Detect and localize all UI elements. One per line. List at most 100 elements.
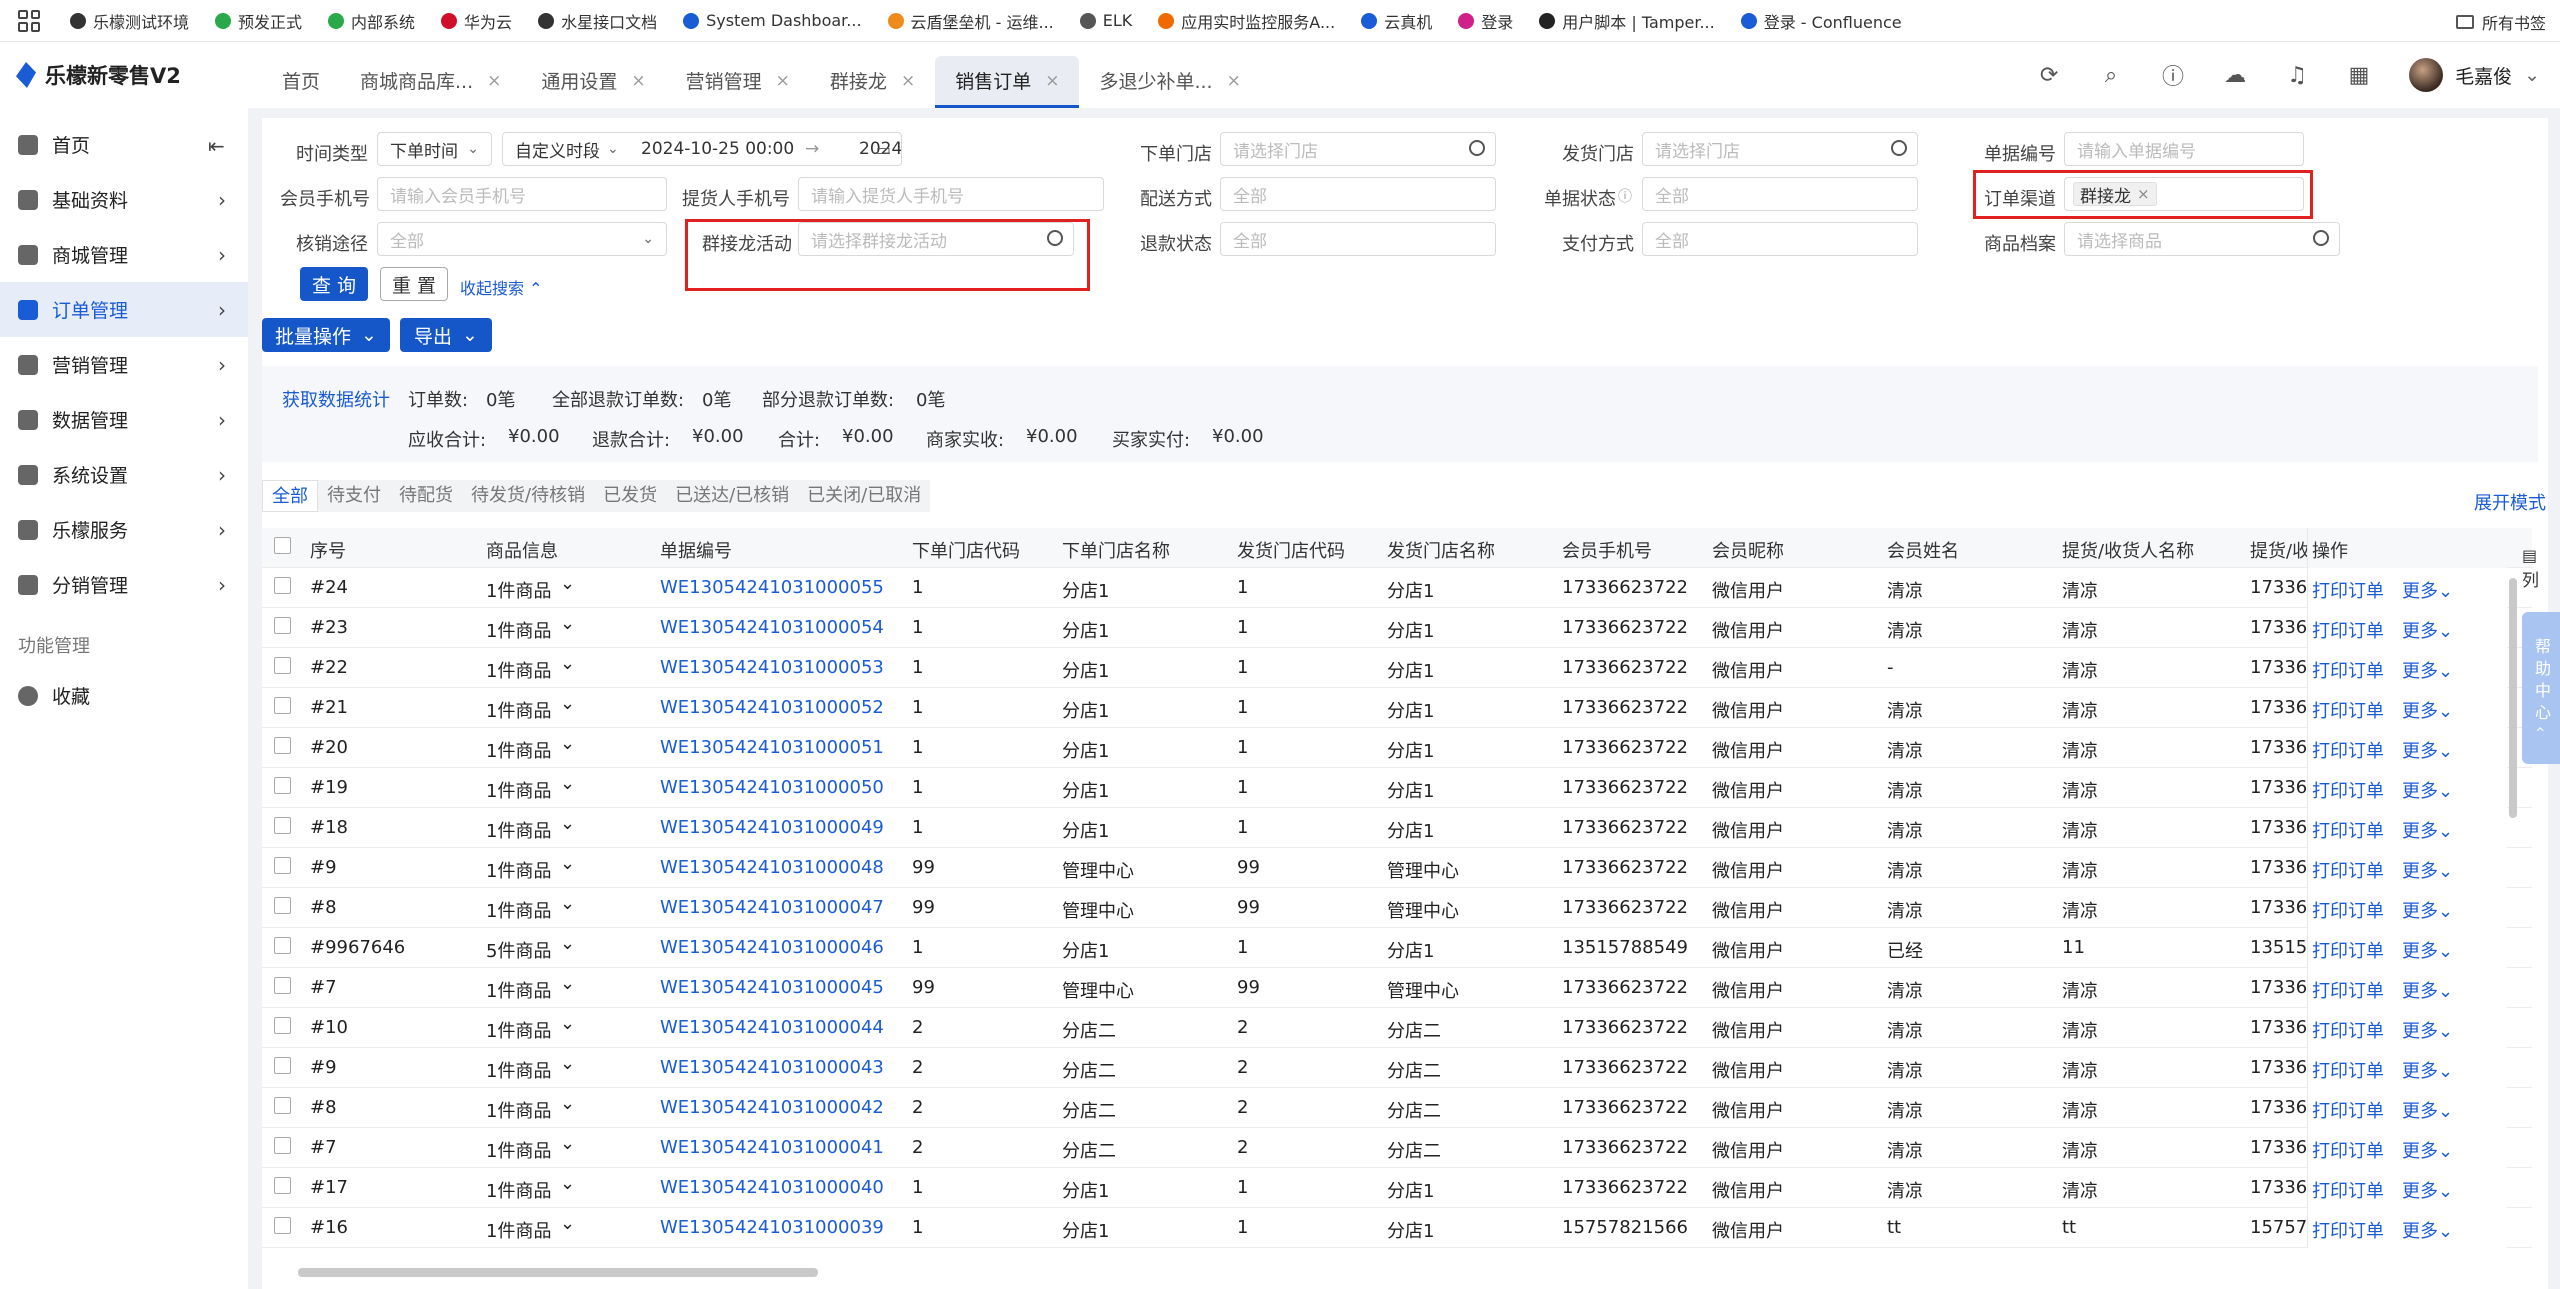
row-checkbox[interactable] — [274, 1057, 291, 1074]
more-actions-link[interactable]: 更多⌄ — [2402, 737, 2453, 763]
more-actions-link[interactable]: 更多⌄ — [2402, 1057, 2453, 1083]
column-header[interactable]: 提货/收货人名称 — [2062, 537, 2194, 563]
pay-select[interactable]: 全部 — [1642, 222, 1918, 256]
chevron-down-icon[interactable]: ⌄ — [560, 853, 575, 874]
chevron-down-icon[interactable]: ⌄ — [560, 813, 575, 834]
status-tab-4[interactable]: 已发货 — [594, 480, 666, 512]
row-checkbox[interactable] — [274, 817, 291, 834]
member-phone-input[interactable]: 请输入会员手机号 — [377, 177, 667, 211]
app-grid-icon[interactable]: ▦ — [2347, 63, 2371, 88]
row-checkbox[interactable] — [274, 537, 291, 554]
column-header[interactable]: 单据编号 — [660, 537, 732, 563]
bookmark-item[interactable]: 用户脚本 | Tamper... — [1539, 9, 1715, 33]
chevron-down-icon[interactable]: ⌄ — [560, 613, 575, 634]
horizontal-scrollbar[interactable] — [298, 1268, 818, 1277]
order-number-link[interactable]: WE13054241031000051 — [660, 737, 884, 758]
order-number-link[interactable]: WE13054241031000055 — [660, 577, 884, 598]
bookmark-item[interactable]: 水星接口文档 — [538, 9, 657, 33]
tab-0[interactable]: 首页 — [262, 56, 340, 108]
chevron-down-icon[interactable]: ⌄ — [560, 1053, 575, 1074]
column-settings-icon[interactable]: ▤ — [2522, 546, 2537, 565]
column-header[interactable]: 提货/收 — [2250, 537, 2308, 563]
column-header[interactable]: 会员昵称 — [1712, 537, 1784, 563]
print-order-link[interactable]: 打印订单 — [2312, 657, 2384, 683]
table-row[interactable]: #9967646 5件商品 ⌄ WE13054241031000046 1 分店1 1 分店1… — [262, 928, 2532, 968]
app-logo[interactable]: 乐檬新零售V2 — [0, 60, 262, 90]
chevron-down-icon[interactable]: ⌄ — [560, 1133, 575, 1154]
row-checkbox[interactable] — [274, 937, 291, 954]
status-tab-0[interactable]: 全部 — [262, 480, 318, 512]
product-input[interactable]: 请选择商品 — [2064, 222, 2340, 256]
column-header[interactable]: 下单门店代码 — [912, 537, 1020, 563]
sidebar-item-8[interactable]: 分销管理 › — [0, 557, 248, 612]
vertical-scrollbar[interactable] — [2509, 578, 2517, 818]
print-order-link[interactable]: 打印订单 — [2312, 1097, 2384, 1123]
tab-5[interactable]: 销售订单 × — [935, 56, 1080, 108]
row-checkbox[interactable] — [274, 1177, 291, 1194]
table-row[interactable]: #22 1件商品 ⌄ WE13054241031000053 1 分店1 1 分店1 17336… — [262, 648, 2532, 688]
order-number-link[interactable]: WE13054241031000043 — [660, 1057, 884, 1078]
order-number-link[interactable]: WE13054241031000052 — [660, 697, 884, 718]
bookmark-item[interactable]: 登录 - Confluence — [1740, 9, 1902, 33]
verify-select[interactable]: 全部 ⌄ — [377, 222, 667, 256]
column-header[interactable]: 会员手机号 — [1562, 537, 1652, 563]
sidebar-item-7[interactable]: 乐檬服务 › — [0, 502, 248, 557]
more-actions-link[interactable]: 更多⌄ — [2402, 977, 2453, 1003]
chevron-down-icon[interactable]: ⌄ — [560, 1173, 575, 1194]
row-checkbox[interactable] — [274, 737, 291, 754]
more-actions-link[interactable]: 更多⌄ — [2402, 1137, 2453, 1163]
bookmark-item[interactable]: 云真机 — [1361, 9, 1432, 33]
close-icon[interactable]: × — [776, 71, 790, 91]
chevron-down-icon[interactable]: ⌄ — [560, 893, 575, 914]
more-actions-link[interactable]: 更多⌄ — [2402, 817, 2453, 843]
row-checkbox[interactable] — [274, 977, 291, 994]
all-bookmarks[interactable]: 所有书签 — [2455, 10, 2546, 34]
print-order-link[interactable]: 打印订单 — [2312, 777, 2384, 803]
expand-mode-link[interactable]: 展开模式 — [2474, 489, 2546, 515]
sidebar-item-5[interactable]: 数据管理 › — [0, 392, 248, 447]
bookmark-item[interactable]: 云盾堡垒机 - 运维... — [887, 9, 1054, 33]
print-order-link[interactable]: 打印订单 — [2312, 1017, 2384, 1043]
order-number-link[interactable]: WE13054241031000041 — [660, 1137, 884, 1158]
print-order-link[interactable]: 打印订单 — [2312, 857, 2384, 883]
sidebar-item-favorites[interactable]: 收藏 — [0, 668, 248, 723]
bookmark-item[interactable]: System Dashboar... — [683, 11, 862, 30]
channel-select[interactable]: 群接龙 × — [2064, 177, 2304, 211]
bookmark-item[interactable]: 华为云 — [441, 9, 512, 33]
close-icon[interactable]: × — [901, 71, 915, 91]
ship-store-input[interactable]: 请选择门店 — [1642, 132, 1918, 166]
order-number-link[interactable]: WE13054241031000039 — [660, 1217, 884, 1238]
table-row[interactable]: #7 1件商品 ⌄ WE13054241031000041 2 分店二 2 分店二 173366… — [262, 1128, 2532, 1168]
sidebar-item-1[interactable]: 基础资料 › — [0, 172, 248, 227]
close-icon[interactable]: × — [631, 71, 645, 91]
print-order-link[interactable]: 打印订单 — [2312, 1137, 2384, 1163]
bookmark-item[interactable]: 登录 — [1458, 9, 1513, 33]
order-store-input[interactable]: 请选择门店 — [1220, 132, 1496, 166]
order-number-link[interactable]: WE13054241031000053 — [660, 657, 884, 678]
table-row[interactable]: #24 1件商品 ⌄ WE13054241031000055 1 分店1 1 分店1 17336… — [262, 568, 2532, 608]
print-order-link[interactable]: 打印订单 — [2312, 697, 2384, 723]
reset-button[interactable]: 重 置 — [380, 267, 448, 301]
print-order-link[interactable]: 打印订单 — [2312, 577, 2384, 603]
more-actions-link[interactable]: 更多⌄ — [2402, 697, 2453, 723]
row-checkbox[interactable] — [274, 577, 291, 594]
print-order-link[interactable]: 打印订单 — [2312, 1217, 2384, 1243]
pickup-phone-input[interactable]: 请输入提货人手机号 — [798, 177, 1104, 211]
chevron-down-icon[interactable]: ⌄ — [560, 653, 575, 674]
fetch-stats-link[interactable]: 获取数据统计 — [282, 386, 390, 412]
status-tab-5[interactable]: 已送达/已核销 — [666, 480, 798, 512]
chevron-down-icon[interactable]: ⌄ — [560, 933, 575, 954]
table-row[interactable]: #18 1件商品 ⌄ WE13054241031000049 1 分店1 1 分店1 17336… — [262, 808, 2532, 848]
row-checkbox[interactable] — [274, 657, 291, 674]
sidebar-item-6[interactable]: 系统设置 › — [0, 447, 248, 502]
tab-2[interactable]: 通用设置 × — [521, 56, 665, 108]
row-checkbox[interactable] — [274, 857, 291, 874]
help-icon[interactable]: ⓘ — [2161, 63, 2185, 90]
time-type-select[interactable]: 下单时间 ⌄ — [377, 132, 492, 166]
export-button[interactable]: 导出 ⌄ — [400, 318, 492, 352]
order-number-link[interactable]: WE13054241031000046 — [660, 937, 884, 958]
bookmark-item[interactable]: ELK — [1079, 11, 1132, 30]
row-checkbox[interactable] — [274, 1217, 291, 1234]
order-number-link[interactable]: WE13054241031000042 — [660, 1097, 884, 1118]
delivery-select[interactable]: 全部 — [1220, 177, 1496, 211]
